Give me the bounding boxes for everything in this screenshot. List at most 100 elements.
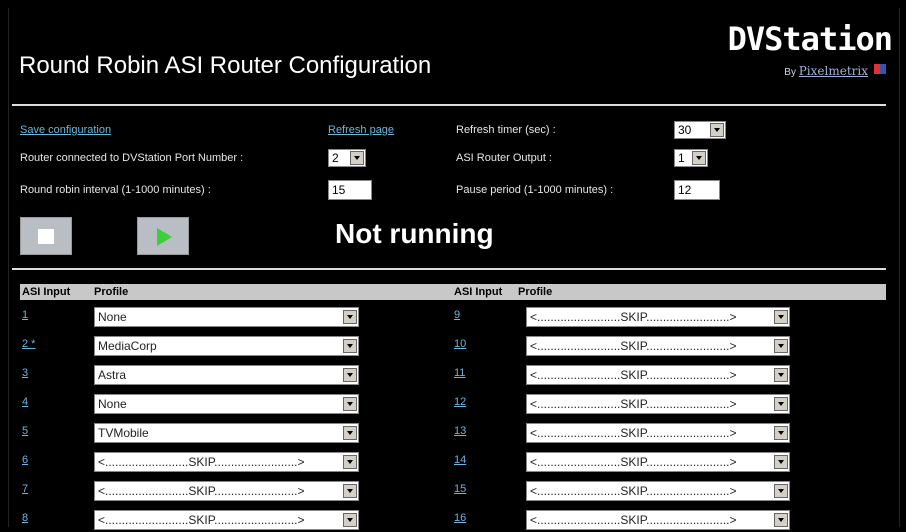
- asi-input-link[interactable]: 14: [454, 454, 466, 466]
- chevron-down-icon: [343, 339, 357, 353]
- asi-output-value: 1: [678, 151, 685, 165]
- chevron-down-icon: [343, 455, 357, 469]
- asi-output-label: ASI Router Output :: [456, 152, 552, 164]
- section-divider: [12, 268, 886, 270]
- chevron-down-icon: [774, 310, 788, 324]
- chevron-down-icon: [774, 455, 788, 469]
- profile-value: <.........................SKIP..........…: [530, 339, 737, 353]
- chevron-down-icon: [774, 368, 788, 382]
- router-port-value: 2: [332, 151, 339, 165]
- chevron-down-icon: [343, 368, 357, 382]
- stop-button[interactable]: [20, 217, 72, 255]
- router-port-select[interactable]: 2: [328, 149, 366, 167]
- chevron-down-icon: [774, 339, 788, 353]
- profile-value: Astra: [98, 368, 127, 382]
- profile-value: TVMobile: [98, 426, 149, 440]
- refresh-timer-select[interactable]: 30: [674, 121, 726, 139]
- asi-input-link[interactable]: 3: [22, 367, 28, 379]
- asi-input-link[interactable]: 10: [454, 338, 466, 350]
- logo-by: By: [784, 67, 796, 78]
- table-row: 16 <.........................SKIP.......…: [454, 510, 794, 532]
- table-row: 9 <.........................SKIP........…: [454, 307, 794, 329]
- asi-input-link[interactable]: 6: [22, 454, 28, 466]
- profile-select[interactable]: <.........................SKIP..........…: [94, 510, 359, 530]
- asi-input-link[interactable]: 11: [454, 367, 465, 379]
- profile-select[interactable]: <.........................SKIP..........…: [526, 423, 790, 443]
- chevron-down-icon: [350, 151, 364, 165]
- header-asi-input-left: ASI Input: [22, 286, 71, 298]
- pause-period-label: Pause period (1-1000 minutes) :: [456, 184, 614, 196]
- profile-select[interactable]: <.........................SKIP..........…: [526, 307, 790, 327]
- header-asi-input-right: ASI Input: [454, 286, 503, 298]
- table-row: 3 Astra: [22, 365, 362, 387]
- profile-select[interactable]: Astra: [94, 365, 359, 385]
- header-profile-right: Profile: [518, 286, 553, 298]
- profile-select[interactable]: MediaCorp: [94, 336, 359, 356]
- router-port-label: Router connected to DVStation Port Numbe…: [20, 152, 244, 164]
- profile-value: <.........................SKIP..........…: [98, 513, 305, 527]
- table-row: 10 <.........................SKIP.......…: [454, 336, 794, 358]
- profile-value: <.........................SKIP..........…: [530, 310, 737, 324]
- profile-value: <.........................SKIP..........…: [530, 368, 737, 382]
- asi-input-link[interactable]: 7: [22, 483, 28, 495]
- asi-input-link[interactable]: 2 *: [22, 338, 35, 350]
- profile-select[interactable]: <.........................SKIP..........…: [526, 452, 790, 472]
- refresh-timer-label: Refresh timer (sec) :: [456, 124, 556, 136]
- rr-interval-input[interactable]: 15: [328, 180, 372, 200]
- profile-value: None: [98, 397, 127, 411]
- logo-name: DVStation: [727, 20, 893, 58]
- asi-input-link[interactable]: 1: [22, 309, 28, 321]
- table-row: 13 <.........................SKIP.......…: [454, 423, 794, 445]
- table-header: ASI Input Profile ASI Input Profile: [20, 284, 886, 300]
- profile-select[interactable]: <.........................SKIP..........…: [526, 336, 790, 356]
- logo-brand: Pixelmetrix: [798, 64, 868, 78]
- logo-byline: By Pixelmetrix: [784, 64, 868, 78]
- chevron-down-icon: [692, 151, 706, 165]
- rr-interval-label: Round robin interval (1-1000 minutes) :: [20, 184, 211, 196]
- chevron-down-icon: [343, 397, 357, 411]
- table-row: 1 None: [22, 307, 362, 329]
- profile-value: <.........................SKIP..........…: [530, 513, 737, 527]
- asi-input-link[interactable]: 16: [454, 512, 466, 524]
- asi-output-select[interactable]: 1: [674, 149, 708, 167]
- profile-select[interactable]: TVMobile: [94, 423, 359, 443]
- brand-flag-icon: [874, 64, 886, 74]
- save-configuration-link[interactable]: Save configuration: [20, 124, 111, 136]
- profile-value: None: [98, 310, 127, 324]
- profile-select[interactable]: <.........................SKIP..........…: [526, 394, 790, 414]
- asi-input-link[interactable]: 15: [454, 483, 466, 495]
- profile-select[interactable]: None: [94, 394, 359, 414]
- asi-input-link[interactable]: 5: [22, 425, 28, 437]
- asi-input-link[interactable]: 12: [454, 396, 466, 408]
- profile-select[interactable]: <.........................SKIP..........…: [526, 481, 790, 501]
- table-row: 12 <.........................SKIP.......…: [454, 394, 794, 416]
- page-title: Round Robin ASI Router Configuration: [19, 52, 432, 79]
- table-row: 11 <.........................SKIP.......…: [454, 365, 794, 387]
- profile-select[interactable]: <.........................SKIP..........…: [94, 452, 359, 472]
- asi-input-link[interactable]: 4: [22, 396, 28, 408]
- asi-input-link[interactable]: 13: [454, 425, 466, 437]
- profile-select[interactable]: <.........................SKIP..........…: [526, 510, 790, 530]
- start-button[interactable]: [137, 217, 189, 255]
- table-row: 6 <.........................SKIP........…: [22, 452, 362, 474]
- profile-select[interactable]: <.........................SKIP..........…: [94, 481, 359, 501]
- table-row: 15 <.........................SKIP.......…: [454, 481, 794, 503]
- table-row: 8 <.........................SKIP........…: [22, 510, 362, 532]
- refresh-timer-value: 30: [678, 123, 692, 137]
- profile-select[interactable]: None: [94, 307, 359, 327]
- pause-period-input[interactable]: 12: [674, 180, 720, 200]
- profile-value: <.........................SKIP..........…: [530, 455, 737, 469]
- chevron-down-icon: [343, 310, 357, 324]
- play-icon: [157, 228, 172, 246]
- table-row: 5 TVMobile: [22, 423, 362, 445]
- refresh-page-link[interactable]: Refresh page: [328, 124, 394, 136]
- stop-icon: [38, 229, 54, 244]
- chevron-down-icon: [774, 513, 788, 527]
- profile-value: <.........................SKIP..........…: [98, 484, 305, 498]
- profile-select[interactable]: <.........................SKIP..........…: [526, 365, 790, 385]
- header-profile-left: Profile: [94, 286, 129, 298]
- asi-input-link[interactable]: 9: [454, 309, 460, 321]
- asi-input-link[interactable]: 8: [22, 512, 28, 524]
- chevron-down-icon: [710, 123, 724, 137]
- chevron-down-icon: [343, 513, 357, 527]
